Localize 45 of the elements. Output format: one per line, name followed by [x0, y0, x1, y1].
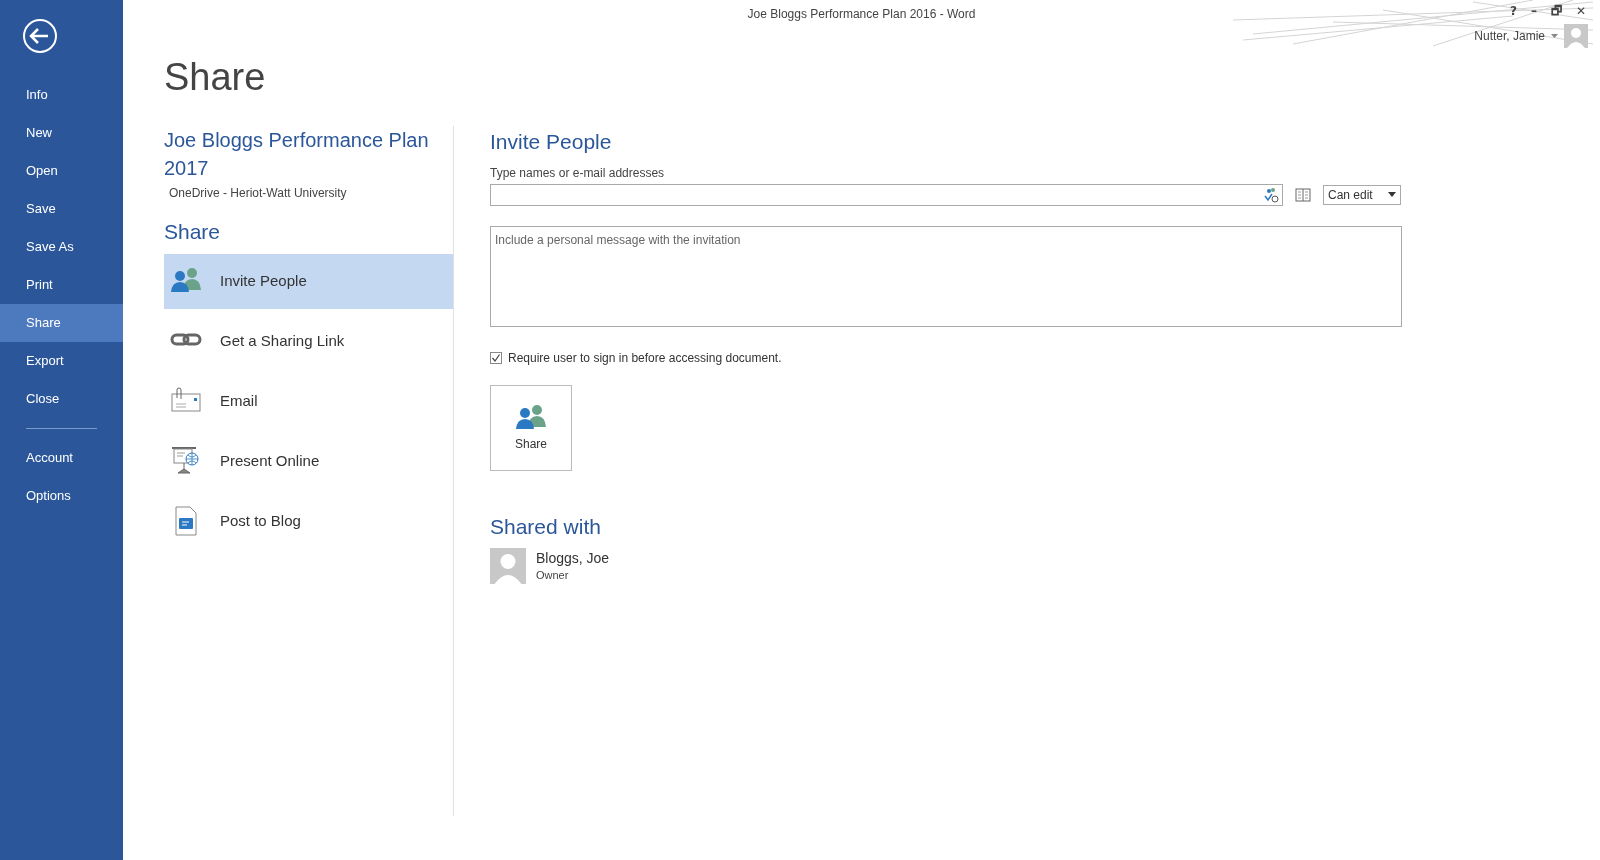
field-label: Type names or e-mail addresses: [490, 164, 666, 182]
section-heading: Invite People: [490, 129, 613, 155]
permission-dropdown[interactable]: Can edit: [1323, 184, 1401, 205]
nav-item[interactable]: Print: [0, 266, 123, 304]
nav-item[interactable]: Share: [0, 304, 123, 342]
section-heading: Share: [164, 219, 222, 245]
caret-icon[interactable]: [1551, 34, 1558, 38]
nav-item[interactable]: Open: [0, 152, 123, 190]
share-option[interactable]: Present Online: [164, 433, 453, 489]
minimize-icon[interactable]: –: [1530, 2, 1537, 20]
nav-item[interactable]: Close: [0, 380, 123, 418]
share-button[interactable]: Share: [490, 384, 572, 471]
address-book-icon[interactable]: [1295, 187, 1311, 202]
person-role: Owner: [536, 567, 570, 583]
user-name[interactable]: Nutter, Jamie: [1474, 27, 1545, 45]
names-field[interactable]: [490, 183, 1283, 206]
share-option[interactable]: Post to Blog: [164, 493, 453, 549]
checkbox[interactable]: [490, 351, 502, 364]
nav-item[interactable]: Export: [0, 342, 123, 380]
nav-item[interactable]: Info: [0, 76, 123, 114]
document-title: Joe Bloggs Performance Plan 2017: [164, 128, 430, 181]
nav-item[interactable]: Account: [0, 439, 123, 477]
document-location: OneDrive - Heriot-Watt University: [169, 185, 348, 202]
caret-icon: [1388, 192, 1396, 197]
people-icon: [515, 402, 547, 429]
presentation-icon: [170, 446, 202, 476]
check-names-icon[interactable]: [1263, 186, 1279, 203]
nav-item[interactable]: Save: [0, 190, 123, 228]
nav-item[interactable]: Options: [0, 477, 123, 515]
help-icon[interactable]: ?: [1509, 2, 1517, 20]
message-field[interactable]: Include a personal message with the invitation: [490, 225, 1402, 327]
back-icon[interactable]: [22, 18, 58, 54]
close-icon[interactable]: ✕: [1575, 2, 1586, 20]
section-heading: Shared with: [490, 513, 602, 540]
avatar-icon: [490, 548, 526, 584]
window-title: Joe Bloggs Performance Plan 2016 - Word: [747, 6, 976, 23]
person-name: Bloggs, Joe: [536, 548, 610, 567]
nav-item[interactable]: Save As: [0, 228, 123, 266]
nav-item[interactable]: New: [0, 114, 123, 152]
share-option[interactable]: Invite People: [164, 253, 453, 309]
page-title: Share: [164, 58, 267, 96]
share-option[interactable]: Get a Sharing Link: [164, 313, 453, 369]
checkbox-label: Require user to sign in before accessing document.: [508, 349, 782, 367]
restore-icon[interactable]: 🗗: [1550, 2, 1562, 20]
share-option[interactable]: Email: [164, 373, 453, 429]
